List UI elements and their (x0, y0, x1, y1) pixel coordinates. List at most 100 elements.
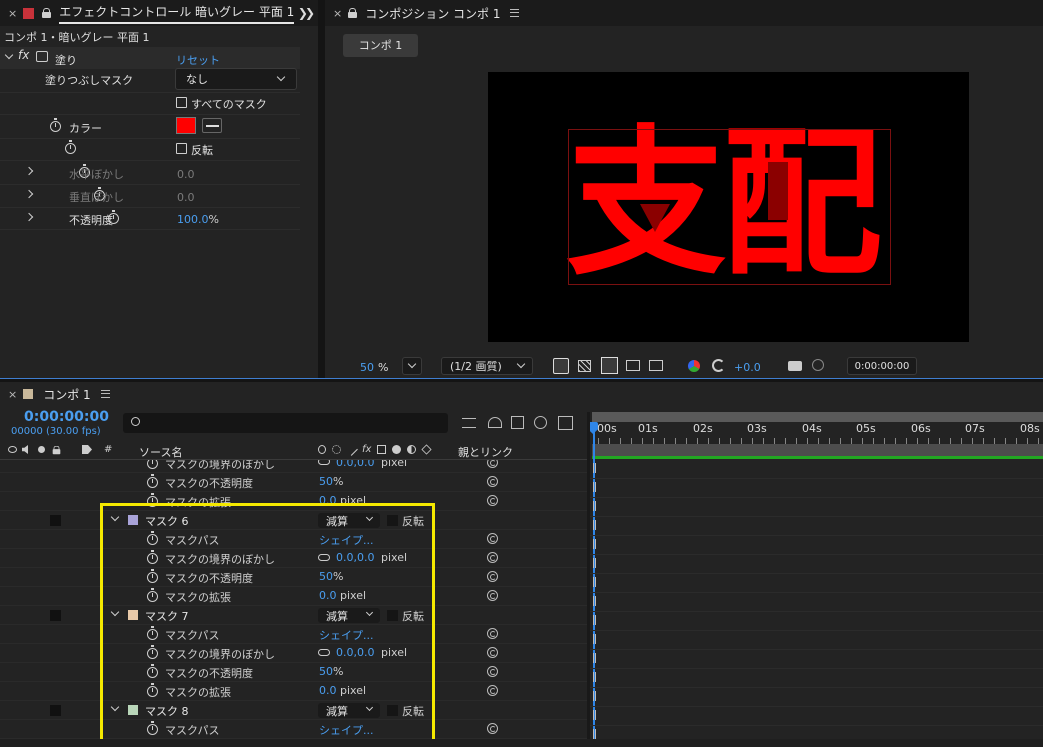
highlight-box (100, 503, 435, 743)
pick-whip-icon[interactable] (486, 571, 498, 582)
guides-icon[interactable] (649, 360, 663, 371)
pick-whip-icon[interactable] (486, 533, 498, 544)
pick-whip-icon[interactable] (486, 628, 498, 639)
row-label: マスクの不透明度 (165, 477, 253, 490)
fill-mask-label: 塗りつぶしマスク (45, 74, 134, 87)
composition-tab-title[interactable]: コンポジション コンポ 1 (365, 5, 500, 22)
motion-blur-icon[interactable] (534, 416, 547, 429)
frame-blending-icon[interactable] (511, 416, 524, 429)
preset-icon[interactable] (36, 51, 48, 62)
ruler-tick-label: 01s (638, 422, 658, 435)
stopwatch-icon[interactable] (147, 460, 158, 469)
h-blur-value[interactable]: 0.0 (177, 168, 195, 181)
row-value[interactable]: 50 (319, 475, 333, 488)
effect-controls-panel: × エフェクトコントロール 暗いグレー 平面 1 ❯❯ コンポ 1・暗いグレー … (0, 0, 318, 378)
graph-editor-icon[interactable] (558, 416, 573, 430)
zoom-unit: % (378, 361, 389, 374)
composition-tabbar: × コンポジション コンポ 1 (325, 0, 1043, 26)
pick-whip-icon[interactable] (486, 552, 498, 563)
bottom-status-bar (0, 739, 1043, 747)
track-rows (590, 460, 1043, 747)
eyedropper-icon[interactable] (202, 118, 222, 133)
opacity-value[interactable]: 100.0 (177, 213, 209, 226)
v-blur-label: 垂直ぼかし (69, 191, 124, 204)
invert-checkbox[interactable] (176, 143, 187, 154)
comp-tab-button[interactable]: コンポ 1 (343, 34, 418, 57)
layer-duration-bar[interactable] (592, 456, 1043, 459)
timeline-timecode[interactable]: 0:00:00:00 (24, 409, 109, 425)
color-swatch[interactable] (176, 117, 196, 134)
fx-icon: fx (362, 444, 372, 455)
show-snapshot-icon[interactable] (812, 359, 824, 371)
resolution-value: (1/2 画質) (450, 360, 502, 373)
ruler-tick-label: 02s (693, 422, 713, 435)
stopwatch-icon[interactable] (147, 474, 158, 488)
pick-whip-icon[interactable] (486, 647, 498, 658)
time-navigator[interactable] (592, 412, 1043, 422)
effect-controls-tab-title[interactable]: エフェクトコントロール 暗いグレー 平面 1 (59, 3, 295, 24)
comp-canvas[interactable]: 支配 (488, 72, 969, 342)
fill-mask-dropdown[interactable]: なし (175, 68, 297, 90)
mask-region (768, 162, 788, 220)
channels-icon[interactable] (688, 360, 700, 372)
label-box (50, 515, 61, 526)
reset-link[interactable]: リセット (176, 52, 220, 68)
region-of-interest-icon[interactable] (626, 360, 640, 371)
lock-icon[interactable] (52, 445, 61, 455)
transparency-grid-icon[interactable] (578, 360, 591, 372)
pick-whip-icon[interactable] (486, 590, 498, 601)
opacity-expand-icon[interactable] (24, 212, 34, 222)
close-icon[interactable]: × (8, 388, 17, 401)
all-masks-checkbox[interactable] (176, 97, 187, 108)
row-value[interactable]: 0.0,0.0 (336, 460, 374, 469)
v-blur-value[interactable]: 0.0 (177, 191, 195, 204)
lock-icon[interactable] (42, 8, 52, 18)
pick-whip-icon[interactable] (486, 460, 498, 468)
pick-whip-icon[interactable] (486, 495, 498, 506)
panel-menu-icon[interactable] (510, 9, 520, 17)
table-row: マスクの不透明度 50 % (0, 473, 587, 492)
pick-whip-icon[interactable] (486, 666, 498, 677)
lock-icon[interactable] (348, 8, 358, 18)
resolution-dropdown[interactable]: (1/2 画質) (441, 357, 533, 375)
color-stopwatch-icon[interactable] (50, 118, 61, 132)
color-management-icon[interactable] (712, 359, 725, 372)
pick-whip-icon[interactable] (486, 723, 498, 734)
link-icon (318, 460, 330, 465)
source-name-header[interactable]: ソース名 (139, 444, 182, 460)
panel-menu-icon[interactable] (100, 390, 110, 398)
timeline-search-input[interactable] (123, 413, 448, 433)
search-icon (131, 417, 140, 426)
timeline-tab-title[interactable]: コンポ 1 (43, 386, 90, 403)
exposure-value[interactable]: +0.0 (734, 361, 761, 374)
comp-timecode[interactable]: 0:00:00:00 (847, 357, 917, 375)
invert-stopwatch-icon[interactable] (64, 140, 76, 154)
work-area-bar[interactable] (592, 444, 1043, 456)
v-blur-expand-icon[interactable] (24, 189, 34, 199)
fast-preview-icon[interactable] (553, 358, 569, 374)
zoom-value[interactable]: 50 (360, 361, 374, 374)
mask-visibility-icon[interactable] (601, 357, 618, 374)
mask-outline (568, 129, 891, 285)
zoom-dropdown[interactable] (402, 357, 422, 375)
comp-color-icon (23, 389, 34, 399)
close-icon[interactable]: × (8, 7, 17, 20)
chevron-down-icon (407, 359, 417, 369)
motion-blur-col-icon (392, 445, 402, 454)
solo-icon[interactable] (38, 446, 45, 453)
shy-layers-icon[interactable] (488, 417, 502, 428)
snapshot-icon[interactable] (788, 361, 802, 371)
effect-name: 塗り (55, 54, 77, 67)
panel-overflow-icon[interactable]: ❯❯ (298, 6, 315, 20)
h-blur-expand-icon[interactable] (24, 166, 34, 176)
table-row: マスクの境界のぼかし 0.0,0.0 pixel (0, 460, 587, 473)
fx-icon[interactable]: fx (18, 48, 29, 62)
parent-link-header[interactable]: 親とリンク (458, 444, 513, 460)
draft-3d-icon[interactable] (462, 418, 476, 428)
visibility-icon[interactable] (8, 446, 17, 453)
ruler-tick-label: 03s (747, 422, 767, 435)
opacity-value-group: 100.0% (177, 213, 219, 226)
pick-whip-icon[interactable] (486, 685, 498, 696)
pick-whip-icon[interactable] (486, 476, 498, 487)
close-icon[interactable]: × (333, 7, 342, 20)
